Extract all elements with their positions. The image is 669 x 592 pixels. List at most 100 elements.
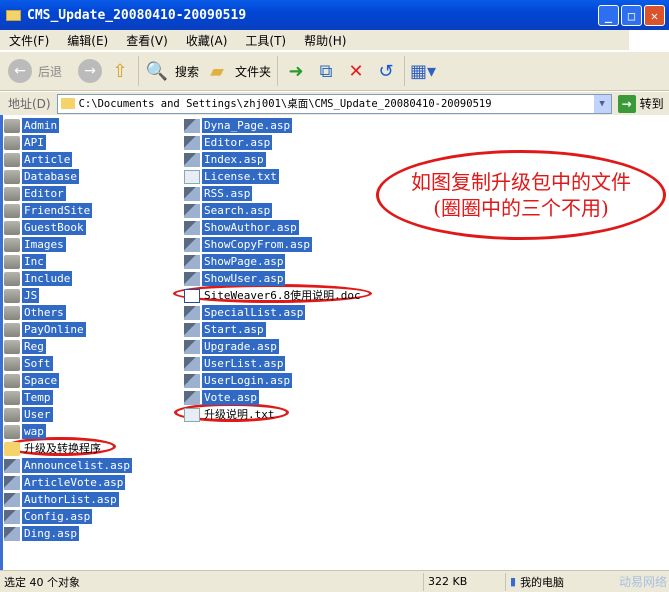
asp-icon (4, 458, 20, 473)
file-item[interactable]: Config.asp (4, 509, 93, 524)
file-name: Announcelist.asp (22, 458, 132, 473)
back-button[interactable]: 后退 (38, 63, 62, 80)
folder-icon (60, 98, 75, 109)
status-size: 322 KB (424, 572, 506, 591)
file-item[interactable]: Vote.asp (184, 390, 259, 405)
file-item[interactable]: Temp (4, 390, 53, 405)
file-item[interactable]: User (4, 407, 53, 422)
file-item[interactable]: ShowPage.asp (184, 254, 286, 269)
file-item[interactable]: Inc (4, 254, 46, 269)
address-input[interactable]: C:\Documents and Settings\zhj001\桌面\CMS_… (56, 93, 612, 114)
file-name: SiteWeaver6.8使用说明.doc (204, 289, 361, 302)
asp-icon (184, 322, 200, 337)
folder-icon (4, 305, 20, 320)
file-name: Include (22, 271, 73, 286)
file-name: wap (22, 424, 46, 439)
file-item[interactable]: Editor (4, 186, 66, 201)
file-list[interactable]: 如图复制升级包中的文件 (圈圈中的三个不用) Admin API Article Da… (0, 115, 669, 570)
file-item[interactable]: Article (4, 152, 73, 167)
copy-to-icon[interactable]: ⧉ (314, 59, 338, 83)
file-item[interactable]: 升级说明.txt (184, 407, 277, 422)
file-item[interactable]: GuestBook (4, 220, 86, 235)
forward-icon[interactable]: → (78, 59, 103, 83)
file-name: Dyna_Page.asp (202, 118, 293, 133)
file-item[interactable]: UserList.asp (184, 356, 286, 371)
file-item[interactable]: Database (4, 169, 79, 184)
file-item[interactable]: Index.asp (184, 152, 266, 167)
file-item[interactable]: Announcelist.asp (4, 458, 132, 473)
file-name: Index.asp (202, 152, 266, 167)
asp-icon (4, 492, 20, 507)
asp-icon (184, 186, 200, 201)
file-item[interactable]: 升级及转换程序 (4, 441, 103, 456)
file-item[interactable]: Editor.asp (184, 135, 273, 150)
search-button[interactable]: 搜索 (175, 63, 199, 80)
file-item[interactable]: ShowAuthor.asp (184, 220, 299, 235)
txt-icon (184, 407, 200, 422)
file-name: Temp (22, 390, 53, 405)
file-item[interactable]: Dyna_Page.asp (184, 118, 293, 133)
views-icon[interactable]: ▦▾ (410, 59, 436, 83)
file-item[interactable]: Upgrade.asp (184, 339, 279, 354)
file-item[interactable]: Images (4, 237, 66, 252)
file-item[interactable]: UserLogin.asp (184, 373, 293, 388)
file-item[interactable]: Start.asp (184, 322, 266, 337)
folder-icon (4, 169, 20, 184)
file-item[interactable]: Search.asp (184, 203, 273, 218)
file-item[interactable]: Reg (4, 339, 46, 354)
menu-item[interactable]: 查看(V) (117, 32, 177, 49)
file-item[interactable]: License.txt (184, 169, 279, 184)
file-item[interactable]: AuthorList.asp (4, 492, 119, 507)
back-icon[interactable]: ← (8, 59, 32, 83)
file-item[interactable]: wap (4, 424, 46, 439)
address-value: C:\Documents and Settings\zhj001\桌面\CMS_… (78, 98, 492, 110)
file-item[interactable]: Include (4, 271, 73, 286)
menu-item[interactable]: 收藏(A) (177, 32, 237, 49)
folder-icon (4, 220, 20, 235)
file-item[interactable]: API (4, 135, 46, 150)
file-name: AuthorList.asp (22, 492, 119, 507)
asp-icon (184, 339, 200, 354)
file-name: Search.asp (202, 203, 273, 218)
undo-icon[interactable]: ↺ (374, 59, 398, 83)
file-item[interactable]: SpecialList.asp (184, 305, 306, 320)
folders-button[interactable]: 文件夹 (235, 63, 271, 80)
file-item[interactable]: FriendSite (4, 203, 93, 218)
file-item[interactable]: JS (4, 288, 40, 303)
asp-icon (4, 526, 20, 541)
file-item[interactable]: ShowUser.asp (184, 271, 286, 286)
move-to-icon[interactable]: ➜ (284, 59, 308, 83)
menu-item[interactable]: 帮助(H) (295, 32, 355, 49)
menu-item[interactable]: 工具(T) (236, 32, 295, 49)
file-item[interactable]: RSS.asp (184, 186, 253, 201)
folder-icon (4, 254, 20, 269)
up-folder-icon[interactable]: ⇧ (108, 59, 132, 83)
file-name: JS (22, 288, 40, 303)
file-item[interactable]: Admin (4, 118, 60, 133)
go-arrow-icon: → (617, 94, 636, 113)
file-item[interactable]: ArticleVote.asp (4, 475, 126, 490)
folder-icon (4, 390, 20, 405)
folders-icon[interactable]: ▰ (205, 59, 229, 83)
folder-icon (4, 203, 20, 218)
delete-icon[interactable]: ✕ (344, 59, 368, 83)
status-bar: 选定 40 个对象 322 KB ▮ 我的电脑 动易网络 (0, 570, 669, 592)
menu-item[interactable]: 文件(F) (0, 32, 58, 49)
menu-item[interactable]: 编辑(E) (58, 32, 117, 49)
close-button[interactable]: ✕ (644, 5, 665, 26)
file-item[interactable]: Space (4, 373, 60, 388)
maximize-button[interactable]: □ (621, 5, 642, 26)
file-item[interactable]: Soft (4, 356, 53, 371)
asp-icon (184, 135, 200, 150)
file-item[interactable]: Others (4, 305, 66, 320)
go-button[interactable]: → 转到 (617, 94, 664, 113)
file-item[interactable]: SiteWeaver6.8使用说明.doc (184, 288, 363, 303)
file-item[interactable]: Ding.asp (4, 526, 79, 541)
folder-icon (4, 118, 20, 133)
file-item[interactable]: PayOnline (4, 322, 86, 337)
minimize-button[interactable]: _ (598, 5, 619, 26)
toolbar: ← 后退 → ⇧ 🔍 搜索 ▰ 文件夹 ➜ ⧉ ✕ ↺ ▦▾ (0, 51, 669, 91)
file-item[interactable]: ShowCopyFrom.asp (184, 237, 312, 252)
search-icon[interactable]: 🔍 (145, 59, 169, 83)
chevron-down-icon[interactable]: ▼ (593, 94, 611, 113)
